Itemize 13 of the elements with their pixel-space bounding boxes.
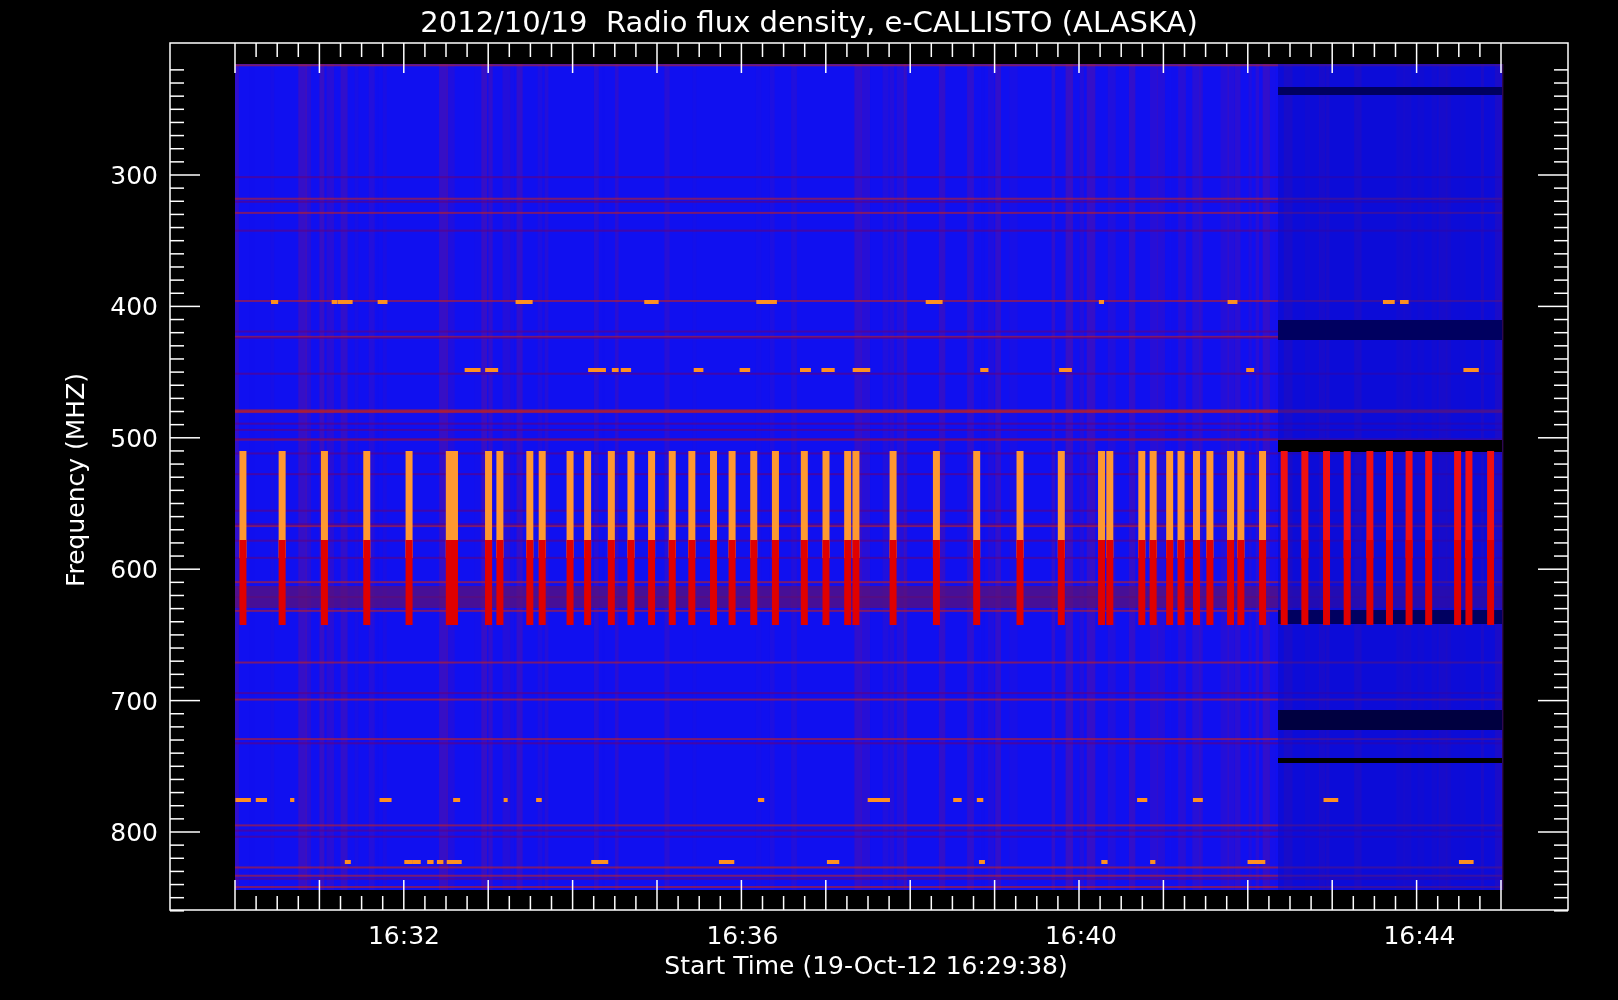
y-tick-label: 700	[110, 686, 158, 716]
y-tick-label: 800	[110, 818, 158, 847]
x-tick-label: 16:32	[368, 921, 440, 950]
x-axis-label: Start Time (19-Oct-12 16:29:38)	[664, 951, 1068, 980]
y-tick-label: 500	[110, 423, 158, 453]
y-tick-label: 600	[110, 555, 158, 585]
chart-title: 2012/10/19 Radio flux density, e-CALLISTO (ALASKA)	[420, 5, 1198, 39]
x-tick-label: 16:40	[1045, 921, 1117, 950]
x-tick-label: 16:36	[706, 921, 779, 950]
y-axis-label: Frequency (MHZ)	[61, 372, 90, 588]
y-tick-label: 400	[110, 292, 158, 322]
y-tick-label: 300	[110, 161, 158, 190]
x-tick-label: 16:44	[1383, 921, 1456, 950]
